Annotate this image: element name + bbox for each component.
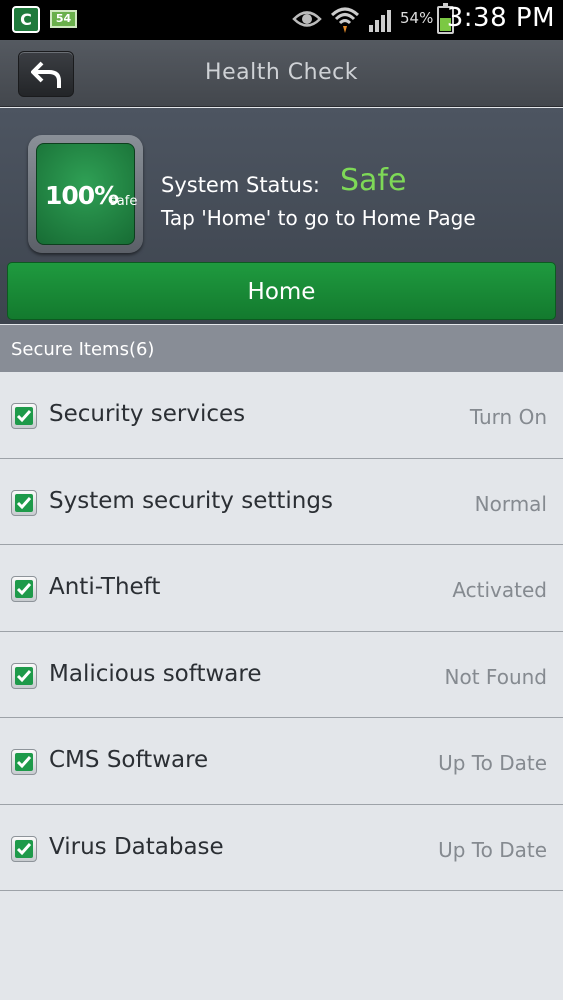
item-name: Anti-Theft bbox=[49, 574, 161, 600]
list-item[interactable]: Malicious software Not Found bbox=[0, 631, 563, 718]
item-state: Turn On bbox=[469, 405, 547, 429]
page-title: Health Check bbox=[205, 60, 358, 85]
list-item[interactable]: System security settings Normal bbox=[0, 458, 563, 545]
checkbox-checked-icon bbox=[11, 576, 37, 602]
safety-score-suffix: safe bbox=[110, 194, 138, 209]
clock: 3:38 PM bbox=[446, 3, 555, 33]
checkbox-checked-icon bbox=[11, 403, 37, 429]
item-name: CMS Software bbox=[49, 747, 209, 773]
item-state: Up To Date bbox=[438, 751, 547, 775]
item-state: Normal bbox=[474, 491, 547, 516]
item-name: Virus Database bbox=[49, 833, 224, 860]
wifi-icon bbox=[330, 7, 360, 33]
title-bar: Health Check bbox=[0, 40, 563, 107]
app-notification-icon: C bbox=[12, 6, 40, 33]
notification-badge-icon: 54 bbox=[50, 10, 77, 28]
list-item[interactable]: Anti-Theft Activated bbox=[0, 545, 563, 632]
system-status-label: System Status: bbox=[161, 173, 320, 197]
checkbox-checked-icon bbox=[11, 835, 37, 862]
checkbox-checked-icon bbox=[11, 489, 37, 516]
item-name: System security settings bbox=[49, 487, 333, 514]
battery-percent: 54% bbox=[400, 9, 434, 27]
item-state: Not Found bbox=[444, 664, 547, 689]
checkbox-checked-icon bbox=[11, 749, 37, 775]
item-name: Malicious software bbox=[49, 660, 262, 687]
cell-signal-icon bbox=[369, 10, 391, 32]
status-bar: C 54 54% 3:38 PM bbox=[0, 0, 563, 40]
secure-items-list: Security services Turn On System securit… bbox=[0, 372, 563, 891]
list-item[interactable]: Virus Database Up To Date bbox=[0, 804, 563, 891]
list-item[interactable]: CMS Software Up To Date bbox=[0, 718, 563, 805]
smart-stay-eye-icon bbox=[292, 11, 322, 27]
home-button[interactable]: Home bbox=[7, 262, 556, 320]
item-state: Up To Date bbox=[438, 837, 547, 862]
checkbox-checked-icon bbox=[11, 662, 37, 689]
list-item[interactable]: Security services Turn On bbox=[0, 372, 563, 459]
system-status-value: Safe bbox=[340, 163, 407, 198]
item-state: Activated bbox=[452, 578, 547, 602]
safety-score-badge: 100% safe bbox=[28, 135, 143, 253]
item-name: Security services bbox=[49, 401, 246, 427]
secure-items-header: Secure Items(6) bbox=[0, 325, 563, 372]
safety-score: 100% bbox=[45, 181, 119, 210]
status-panel: 100% safe System Status: Safe Tap 'Home'… bbox=[0, 108, 563, 324]
home-hint-text: Tap 'Home' to go to Home Page bbox=[161, 206, 476, 230]
